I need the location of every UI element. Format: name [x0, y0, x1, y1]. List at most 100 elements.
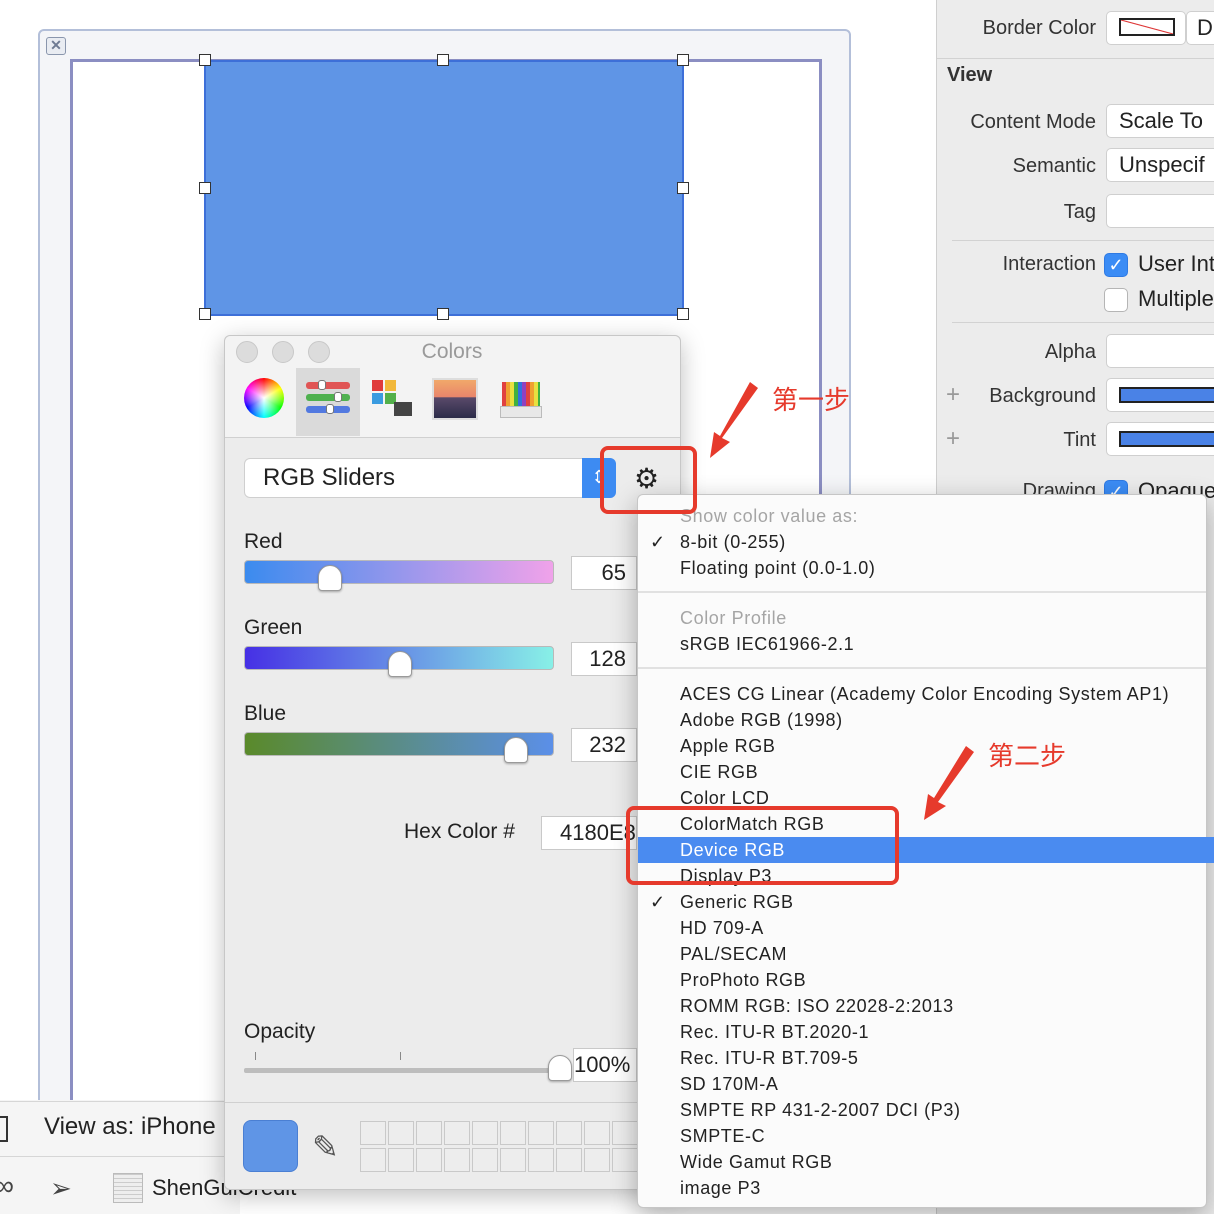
alpha-field[interactable]: [1106, 334, 1214, 368]
background-label: Background: [989, 385, 1096, 407]
opacity-slider[interactable]: [244, 1068, 556, 1073]
menu-header-show: Show color value as:: [680, 506, 859, 526]
custom-swatch-slot[interactable]: [556, 1121, 582, 1145]
color-wheel-icon[interactable]: [244, 378, 284, 418]
section-title: View: [947, 64, 993, 86]
menu-item-profile[interactable]: ROMM RGB: ISO 22028-2:2013: [638, 993, 1206, 1019]
red-slider-thumb[interactable]: [318, 565, 343, 591]
close-window-button[interactable]: [236, 341, 258, 363]
selected-blue-view[interactable]: [204, 60, 684, 316]
multiple-touch-label: Multiple: [1138, 286, 1214, 311]
menu-item-profile[interactable]: SMPTE-C: [638, 1123, 1206, 1149]
custom-swatch-slot[interactable]: [528, 1121, 554, 1145]
blue-value-field[interactable]: 232: [571, 728, 637, 762]
custom-swatch-slot[interactable]: [472, 1121, 498, 1145]
menu-item-label: ROMM RGB: ISO 22028-2:2013: [680, 996, 954, 1016]
menu-item-profile[interactable]: ✓ Generic RGB: [638, 889, 1206, 915]
menu-item-8bit[interactable]: ✓ 8-bit (0-255): [638, 529, 1206, 555]
custom-swatch-slot[interactable]: [584, 1121, 610, 1145]
resize-handle-bottom-right[interactable]: [677, 308, 689, 320]
location-arrow-icon[interactable]: ➢: [50, 1173, 72, 1204]
green-slider-thumb[interactable]: [387, 651, 412, 677]
blue-label: Blue: [244, 702, 287, 725]
resize-handle-left[interactable]: [199, 182, 211, 194]
interaction-label: Interaction: [1002, 253, 1096, 275]
tag-field[interactable]: [1106, 194, 1214, 228]
custom-swatch-slot[interactable]: [584, 1148, 610, 1172]
menu-item-profile[interactable]: SD 170M-A: [638, 1071, 1206, 1097]
no-color-swatch: [1119, 18, 1175, 36]
menu-item-label: Floating point (0.0-1.0): [680, 558, 876, 578]
menu-item-current-profile[interactable]: sRGB IEC61966-2.1: [638, 631, 1206, 657]
green-value-field[interactable]: 128: [571, 642, 637, 676]
custom-swatch-slot[interactable]: [416, 1148, 442, 1172]
custom-swatch-slot[interactable]: [500, 1121, 526, 1145]
custom-swatch-slot[interactable]: [500, 1148, 526, 1172]
menu-item-profile[interactable]: ACES CG Linear (Academy Color Encoding S…: [638, 681, 1206, 707]
hex-value-field[interactable]: 4180E8: [541, 816, 637, 850]
menu-item-profile[interactable]: Wide Gamut RGB: [638, 1149, 1206, 1175]
crayons-icon[interactable]: [500, 378, 546, 420]
custom-swatch-slot[interactable]: [444, 1121, 470, 1145]
custom-swatch-slot[interactable]: [528, 1148, 554, 1172]
resize-handle-right[interactable]: [677, 182, 689, 194]
background-color-well[interactable]: [1106, 378, 1214, 412]
resize-handle-top-left[interactable]: [199, 54, 211, 66]
color-palettes-icon[interactable]: [370, 378, 416, 420]
resize-handle-top[interactable]: [437, 54, 449, 66]
menu-item-profile[interactable]: Rec. ITU-R BT.709-5: [638, 1045, 1206, 1071]
infinity-icon[interactable]: ∞: [0, 1170, 14, 1202]
menu-item-floating-point[interactable]: Floating point (0.0-1.0): [638, 555, 1206, 581]
custom-swatch-slot[interactable]: [388, 1121, 414, 1145]
custom-swatch-slot[interactable]: [612, 1148, 638, 1172]
menu-item-profile[interactable]: Adobe RGB (1998): [638, 707, 1206, 733]
menu-item-label: ProPhoto RGB: [680, 970, 807, 990]
custom-swatch-slot[interactable]: [388, 1148, 414, 1172]
menu-item-profile[interactable]: image P3: [638, 1175, 1206, 1201]
custom-swatch-slot[interactable]: [444, 1148, 470, 1172]
hex-label: Hex Color #: [404, 820, 515, 843]
resize-handle-top-right[interactable]: [677, 54, 689, 66]
zoom-window-button[interactable]: [308, 341, 330, 363]
custom-swatch-slot[interactable]: [360, 1148, 386, 1172]
menu-item-profile[interactable]: HD 709-A: [638, 915, 1206, 941]
image-palette-icon[interactable]: [432, 378, 478, 420]
custom-swatch-slot[interactable]: [360, 1121, 386, 1145]
opacity-slider-thumb[interactable]: [548, 1055, 572, 1081]
custom-swatch-slot[interactable]: [556, 1148, 582, 1172]
border-color-well[interactable]: [1106, 11, 1186, 45]
tint-color-well[interactable]: [1106, 422, 1214, 456]
content-mode-select[interactable]: Scale To: [1106, 104, 1214, 138]
device-frame-icon[interactable]: [0, 1116, 8, 1142]
view-as-label[interactable]: View as: iPhone: [44, 1113, 229, 1141]
multiple-touch-checkbox[interactable]: [1104, 288, 1128, 312]
custom-swatch-slot[interactable]: [612, 1121, 638, 1145]
semantic-select[interactable]: Unspecif: [1106, 148, 1214, 182]
current-color-swatch[interactable]: [243, 1120, 298, 1172]
resize-handle-bottom-left[interactable]: [199, 308, 211, 320]
menu-item-label: Rec. ITU-R BT.709-5: [680, 1048, 859, 1068]
menu-item-profile[interactable]: Rec. ITU-R BT.2020-1: [638, 1019, 1206, 1045]
menu-separator: [638, 667, 1206, 669]
color-mode-select[interactable]: RGB Sliders: [244, 458, 616, 498]
menu-item-profile[interactable]: ProPhoto RGB: [638, 967, 1206, 993]
menu-item-profile[interactable]: SMPTE RP 431-2-2007 DCI (P3): [638, 1097, 1206, 1123]
menu-item-profile[interactable]: PAL/SECAM: [638, 941, 1206, 967]
border-color-popup[interactable]: D: [1186, 11, 1214, 45]
close-icon[interactable]: ✕: [46, 37, 66, 55]
opacity-value-field[interactable]: 100%: [573, 1048, 637, 1082]
annotation-highlight-device-rgb: [626, 806, 899, 885]
eyedropper-icon[interactable]: ✎: [312, 1128, 339, 1166]
custom-swatch-grid[interactable]: [360, 1121, 638, 1173]
user-interaction-checkbox[interactable]: ✓: [1104, 253, 1128, 277]
custom-swatch-slot[interactable]: [472, 1148, 498, 1172]
alpha-label: Alpha: [1044, 341, 1096, 363]
red-value-field[interactable]: 65: [571, 556, 637, 590]
user-interaction-label: User Int: [1138, 251, 1214, 276]
resize-handle-bottom[interactable]: [437, 308, 449, 320]
red-slider[interactable]: [244, 560, 554, 584]
menu-item-label: Adobe RGB (1998): [680, 710, 843, 730]
blue-slider-thumb[interactable]: [504, 737, 529, 763]
custom-swatch-slot[interactable]: [416, 1121, 442, 1145]
minimize-window-button[interactable]: [272, 341, 294, 363]
